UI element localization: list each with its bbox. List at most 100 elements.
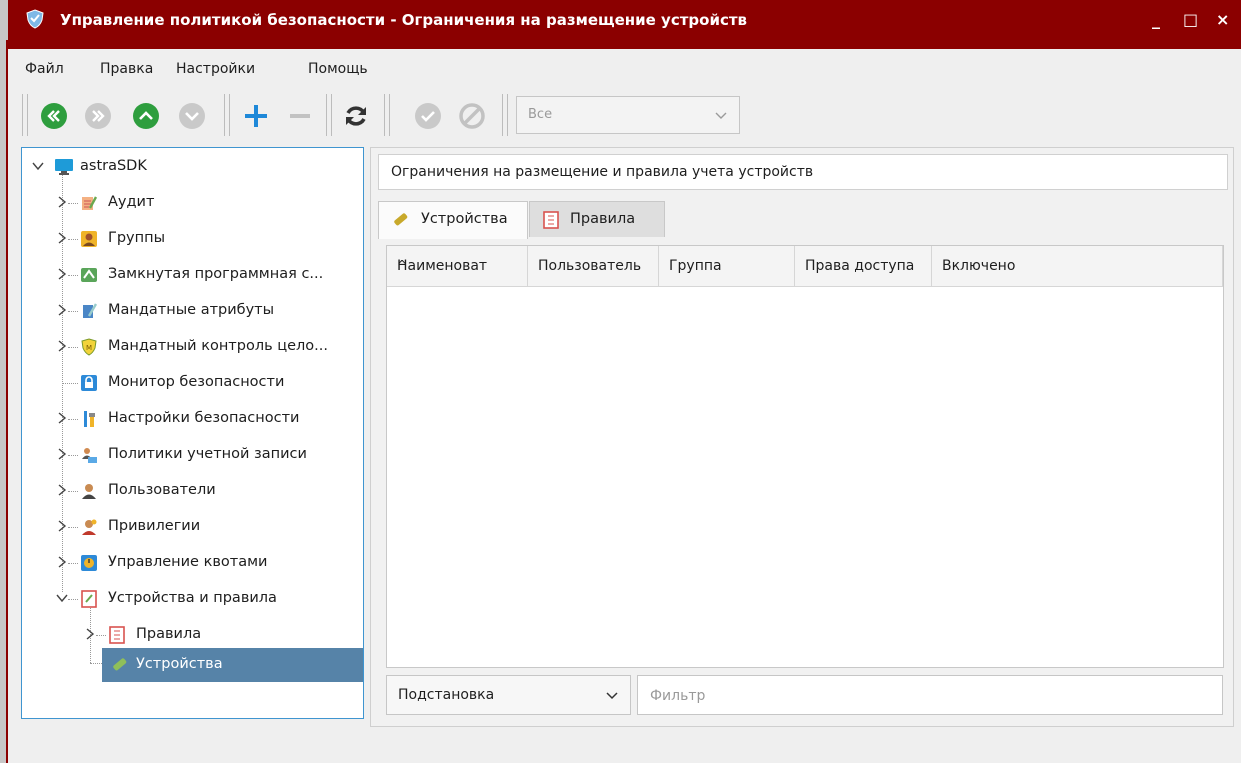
tree-item-label: Правила: [136, 626, 202, 642]
tree-item-account-policies[interactable]: Политики учетной записи: [22, 438, 363, 472]
chevron-right-icon: [58, 412, 67, 424]
chevron-down-icon: [56, 594, 68, 603]
toolbar-separator: [326, 94, 332, 136]
toolbar-separator: [22, 94, 28, 136]
tree-item-label: Привилегии: [108, 518, 201, 534]
cancel-icon: [459, 103, 485, 129]
tree-root-astrasdk[interactable]: astraSDK: [22, 150, 363, 184]
cancel-button[interactable]: [458, 102, 486, 130]
tree-item-label: Устройства: [136, 656, 223, 672]
substitution-combo[interactable]: Подстановка: [386, 675, 631, 715]
tree-root-label: astraSDK: [80, 158, 147, 174]
tree-item-label: Настройки безопасности: [108, 410, 300, 426]
toolbar: Все: [8, 86, 1241, 143]
toolbar-separator: [384, 94, 390, 136]
column-header-user[interactable]: Пользователь: [528, 246, 659, 286]
chevron-down-icon: [606, 692, 618, 700]
tree-item-label: Монитор безопасности: [108, 374, 285, 390]
menu-edit[interactable]: Правка: [100, 61, 153, 77]
chevron-right-icon: [58, 196, 67, 208]
rules-icon: [109, 626, 125, 644]
remove-button[interactable]: [286, 102, 314, 130]
down-button[interactable]: [178, 102, 206, 130]
minimize-button[interactable]: _: [1152, 10, 1160, 29]
lock-icon: [81, 375, 97, 391]
shield-app-icon: [26, 9, 44, 29]
tree-panel: astraSDK Аудит Группы Замкнутая программ…: [21, 147, 364, 719]
column-header-access-rights[interactable]: Права доступа: [795, 246, 932, 286]
close-button[interactable]: ×: [1216, 10, 1229, 29]
tree-item-privileges[interactable]: Привилегии: [22, 510, 363, 544]
quota-icon: [81, 555, 97, 571]
privileges-icon: [82, 519, 97, 535]
tree-item-label: Устройства и правила: [108, 590, 277, 606]
tree-item-label: Мандатный контроль цело...: [108, 338, 329, 354]
description-field: Ограничения на размещение и правила учет…: [378, 154, 1228, 190]
integrity-control-icon: M: [81, 338, 97, 356]
column-header-enabled[interactable]: Включено: [932, 246, 1223, 286]
chevron-up-icon: [133, 103, 159, 129]
tree-item-integrity-control[interactable]: M Мандатный контроль цело...: [22, 330, 363, 364]
refresh-button[interactable]: [342, 102, 370, 130]
substitution-combo-value: Подстановка: [398, 687, 495, 703]
column-header-name[interactable]: Наименоват ^: [387, 246, 528, 286]
users-icon: [82, 484, 96, 499]
content-panel: Ограничения на размещение и правила учет…: [370, 147, 1234, 727]
filter-combo[interactable]: Все: [516, 96, 740, 134]
tree-item-rules[interactable]: Правила: [22, 618, 363, 652]
rules-icon: [543, 211, 559, 229]
chevron-right-icon: [58, 340, 67, 352]
tree-item-devices[interactable]: Устройства: [102, 648, 363, 682]
tree-connector: [90, 663, 102, 664]
tree-item-quota-management[interactable]: Управление квотами: [22, 546, 363, 580]
tree-item-security-settings[interactable]: Настройки безопасности: [22, 402, 363, 436]
menu-file[interactable]: Файл: [25, 61, 64, 77]
title-bar: Управление политикой безопасности - Огра…: [8, 0, 1241, 49]
tree-item-audit[interactable]: Аудит: [22, 186, 363, 220]
chevron-right-icon: [58, 304, 67, 316]
tree-item-closed-software[interactable]: Замкнутая программная с...: [22, 258, 363, 292]
last-button[interactable]: [84, 102, 112, 130]
chevron-down-icon: [715, 112, 727, 119]
closed-software-icon: [81, 268, 97, 282]
svg-text:M: M: [86, 344, 92, 352]
devices-icon: [113, 658, 127, 671]
apply-button[interactable]: [414, 102, 442, 130]
tab-devices[interactable]: Устройства: [378, 201, 528, 239]
toolbar-separator: [502, 94, 508, 136]
menu-settings[interactable]: Настройки: [176, 61, 255, 77]
tree-item-label: Пользователи: [108, 482, 216, 498]
tree-item-mandatory-attributes[interactable]: Мандатные атрибуты: [22, 294, 363, 328]
chevron-right-icon: [58, 484, 67, 496]
up-button[interactable]: [132, 102, 160, 130]
table-header: Наименоват ^ Пользователь Группа Права д…: [387, 246, 1223, 287]
tab-rules[interactable]: Правила: [529, 201, 665, 237]
chevron-down-icon: [32, 162, 44, 171]
chevron-right-icon: [58, 520, 67, 532]
filter-input[interactable]: [648, 685, 1212, 707]
tree-item-groups[interactable]: Группы: [22, 222, 363, 256]
chevron-right-icon: [58, 556, 67, 568]
mandatory-attributes-icon: [83, 303, 98, 318]
tree-item-label: Аудит: [108, 194, 155, 210]
first-button[interactable]: [40, 102, 68, 130]
tree-item-users[interactable]: Пользователи: [22, 474, 363, 508]
menu-help[interactable]: Помощь: [308, 61, 368, 77]
minus-icon: [290, 114, 310, 118]
audit-icon: [82, 196, 98, 210]
tree-item-security-monitor[interactable]: Монитор безопасности: [22, 366, 363, 400]
chevron-down-icon: [179, 103, 205, 129]
filter-combo-value: Все: [528, 107, 553, 122]
toolbar-separator: [224, 94, 230, 136]
window-title: Управление политикой безопасности - Огра…: [60, 11, 748, 29]
tab-label: Правила: [570, 211, 636, 227]
filter-field[interactable]: [637, 675, 1223, 715]
maximize-button[interactable]: □: [1183, 10, 1198, 29]
add-button[interactable]: [242, 102, 270, 130]
column-header-group[interactable]: Группа: [659, 246, 795, 286]
devices-table[interactable]: Наименоват ^ Пользователь Группа Права д…: [386, 245, 1224, 668]
tree-item-label: Мандатные атрибуты: [108, 302, 275, 318]
description-text: Ограничения на размещение и правила учет…: [391, 164, 814, 180]
tree-item-devices-rules[interactable]: Устройства и правила: [22, 582, 363, 616]
account-policy-icon: [82, 448, 97, 463]
